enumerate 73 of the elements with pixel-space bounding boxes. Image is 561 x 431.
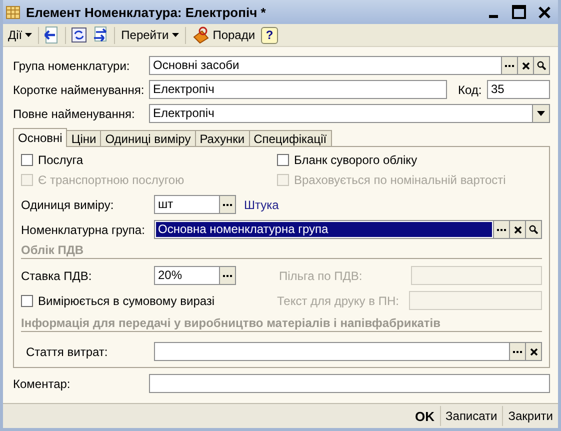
field-label: Повне найменування: xyxy=(13,106,136,120)
actions-menu[interactable]: Дії xyxy=(6,25,34,45)
checkbox-label: Є транспортною послугою xyxy=(38,173,184,187)
field-label: Група номенклатури: xyxy=(13,58,131,72)
choose-button[interactable] xyxy=(501,56,518,75)
unit-link[interactable]: Штука xyxy=(244,198,279,212)
close-icon xyxy=(522,62,530,70)
field-label: Коментар: xyxy=(13,376,72,390)
choose-button[interactable] xyxy=(219,195,236,214)
checkbox-label: Вимірюється в сумовому виразі xyxy=(38,294,215,308)
field-label: Одиниця виміру: xyxy=(21,198,115,212)
checkbox[interactable] xyxy=(277,154,289,166)
clear-button[interactable] xyxy=(525,342,542,361)
ellipsis-icon xyxy=(513,350,522,353)
tab[interactable]: Одиниці виміру xyxy=(100,130,196,147)
window-title: Елемент Номенклатура: Електропіч * xyxy=(26,4,267,20)
search-icon xyxy=(537,61,546,70)
choose-button[interactable] xyxy=(219,266,236,285)
section-title: Інформація для передачі у виробництво матеріалів і напівфабрикатів xyxy=(21,316,440,330)
ellipsis-icon xyxy=(505,64,514,67)
refresh-icon[interactable] xyxy=(70,26,88,44)
field-label: Номенклатурна група: xyxy=(21,222,146,236)
checkbox-label: Послуга xyxy=(38,153,84,167)
input-field[interactable]: Електропіч xyxy=(149,80,447,99)
footer-button[interactable]: OK xyxy=(410,406,440,426)
checkbox[interactable] xyxy=(21,294,33,306)
input-field[interactable]: 20% xyxy=(154,266,220,285)
tab[interactable]: Основні xyxy=(13,128,68,147)
tab[interactable]: Специфікації xyxy=(248,130,332,147)
checkbox[interactable] xyxy=(21,154,33,166)
input-field[interactable] xyxy=(411,266,542,285)
section-title: Облік ПДВ xyxy=(21,243,84,257)
dropdown-button[interactable] xyxy=(532,104,550,123)
tab[interactable]: Рахунки xyxy=(194,130,250,147)
field-label: Ставка ПДВ: xyxy=(21,268,93,282)
field-label: Код: xyxy=(458,82,483,96)
checkbox-label: Враховується по номінальній вартості xyxy=(294,173,506,187)
input-field[interactable] xyxy=(149,374,550,393)
caret-icon xyxy=(25,33,32,37)
caret-icon xyxy=(172,33,179,37)
tag-icon xyxy=(192,26,210,44)
input-field[interactable] xyxy=(154,342,510,361)
clear-button[interactable] xyxy=(509,220,526,239)
input-field[interactable]: Основні засоби xyxy=(149,56,502,75)
search-button[interactable] xyxy=(525,220,542,239)
field-label: Коротке найменування: xyxy=(13,82,146,96)
ellipsis-icon xyxy=(497,228,506,231)
choose-button[interactable] xyxy=(509,342,526,361)
dropdown-field[interactable]: Електропіч xyxy=(149,104,533,123)
maximize-icon[interactable] xyxy=(512,5,526,19)
footer-button[interactable]: Закрити xyxy=(502,406,558,426)
input-field[interactable]: шт xyxy=(154,195,220,214)
field-label: Пільга по ПДВ: xyxy=(279,268,364,282)
search-button[interactable] xyxy=(533,56,550,75)
field-label: Текст для друку в ПН: xyxy=(277,294,400,308)
search-icon xyxy=(529,225,538,234)
clear-button[interactable] xyxy=(517,56,534,75)
field-label: Стаття витрат: xyxy=(25,344,109,358)
close-icon xyxy=(514,226,522,234)
caret-icon xyxy=(537,111,545,116)
input-field[interactable]: 35 xyxy=(487,80,550,99)
close-icon[interactable] xyxy=(538,6,551,18)
checkbox-label: Бланк суворого обліку xyxy=(294,153,418,167)
go-to-menu[interactable]: Перейти xyxy=(119,25,181,45)
help-button[interactable]: ? xyxy=(261,26,278,44)
tips-button[interactable]: Поради xyxy=(190,25,258,45)
close-icon xyxy=(530,348,538,356)
input-field[interactable] xyxy=(409,291,542,310)
choose-button[interactable] xyxy=(493,220,510,239)
footer-button[interactable]: Записати xyxy=(440,406,502,426)
ellipsis-icon xyxy=(223,203,232,206)
ellipsis-icon xyxy=(223,274,232,277)
table-icon xyxy=(6,6,20,18)
